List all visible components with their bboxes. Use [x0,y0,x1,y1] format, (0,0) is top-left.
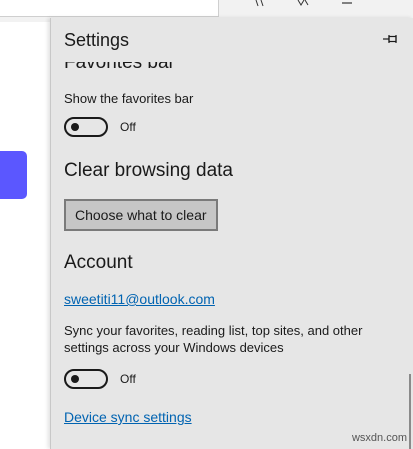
reading-view-icon[interactable] [255,0,269,8]
choose-what-to-clear-button[interactable]: Choose what to clear [64,199,218,231]
pin-icon[interactable] [381,32,399,46]
settings-scroll-area[interactable]: Favorites bar Show the favorites bar Off… [51,62,413,449]
toggle-knob [71,375,79,383]
page-accent-block [0,151,27,199]
account-email-link[interactable]: sweetiti11@outlook.com [64,291,215,307]
settings-title: Settings [64,30,130,50]
sync-description: Sync your favorites, reading list, top s… [64,323,363,355]
device-sync-settings-link[interactable]: Device sync settings [64,409,192,425]
screen: Settings Favorites bar Show the favorite… [0,0,413,449]
sync-toggle-state: Off [120,372,136,386]
favorites-bar-toggle-state: Off [120,120,136,134]
notes-icon[interactable] [341,0,355,8]
show-favorites-bar-label: Show the favorites bar [64,91,194,106]
favorites-bar-heading: Favorites bar [64,62,175,73]
hub-icon[interactable] [297,0,311,8]
clear-browsing-data-heading: Clear browsing data [64,160,233,181]
settings-panel: Settings Favorites bar Show the favorite… [50,18,413,449]
favorites-bar-toggle[interactable] [64,117,108,137]
toggle-knob [71,123,79,131]
sync-toggle[interactable] [64,369,108,389]
scrollbar-thumb[interactable] [409,374,411,449]
settings-header: Settings [51,18,413,62]
account-heading: Account [64,252,133,273]
address-bar[interactable] [0,0,219,17]
watermark: wsxdn.com [351,432,407,444]
